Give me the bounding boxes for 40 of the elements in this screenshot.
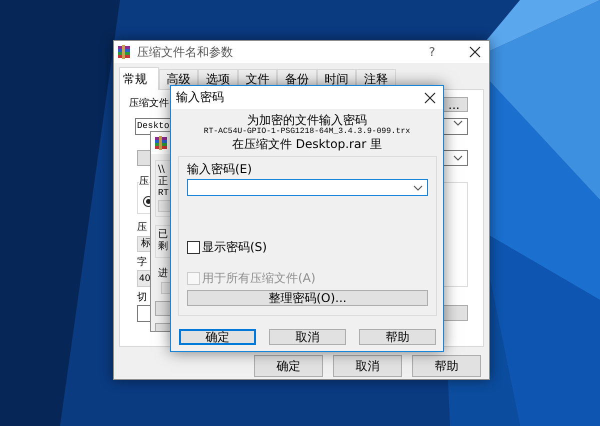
book-stack-icon [117, 45, 131, 59]
dropdown-value: 40 [139, 272, 150, 284]
dropdown-value: 标 [141, 238, 151, 250]
window-title: 压缩文件名和参数 [137, 44, 234, 60]
dialog-button[interactable]: 取消 [333, 355, 402, 377]
checkbox-label: 显示密码(S) [202, 241, 267, 254]
field-label: 字 [137, 257, 147, 269]
dialog-button[interactable]: 确定 [254, 355, 323, 377]
dialog-button[interactable]: 帮助 [412, 355, 481, 377]
close-icon[interactable] [424, 92, 436, 104]
status-text: 剩 [158, 241, 168, 253]
status-text: 进 [158, 268, 168, 280]
field-label: 压缩文件 [129, 98, 169, 111]
organize-button[interactable]: 整理密码(O)... [187, 290, 428, 306]
chevron-down-icon[interactable] [413, 184, 423, 190]
checkbox-label: 用于所有压缩文件(A) [202, 272, 316, 285]
checkbox[interactable] [187, 241, 200, 254]
help-button[interactable]: ? [425, 45, 439, 59]
combo-value: Deskto [137, 120, 170, 132]
message-text: RT-AC54U-GPIO-1-PSG1218-64M_3.4.3.9-099.trx [204, 126, 410, 138]
password-field[interactable] [187, 179, 428, 196]
dialog-button[interactable]: 帮助 [359, 329, 436, 345]
book-stack-icon [154, 136, 168, 150]
chevron-down-icon[interactable] [453, 155, 463, 161]
status-text: RT [158, 188, 169, 198]
field-label: 输入密码(E) [187, 163, 253, 176]
dialog-button[interactable]: 取消 [269, 329, 346, 345]
field-label: 切 [137, 292, 147, 304]
status-text: \\ [158, 164, 165, 176]
window-title: 输入密码 [176, 89, 225, 106]
field-label: 压 [137, 222, 147, 234]
close-icon[interactable] [469, 46, 481, 58]
status-text: 已 [158, 229, 168, 241]
status-text: 正 [158, 176, 168, 188]
chevron-down-icon[interactable] [453, 120, 463, 126]
group-title: 压 [139, 176, 149, 188]
dialog-button[interactable]: 确定 [179, 329, 256, 345]
message-text: 为加密的文件输入密码 [247, 114, 367, 126]
message-text: 在压缩文件 Desktop.rar 里 [232, 138, 382, 150]
tab[interactable]: 常规 [119, 67, 158, 90]
